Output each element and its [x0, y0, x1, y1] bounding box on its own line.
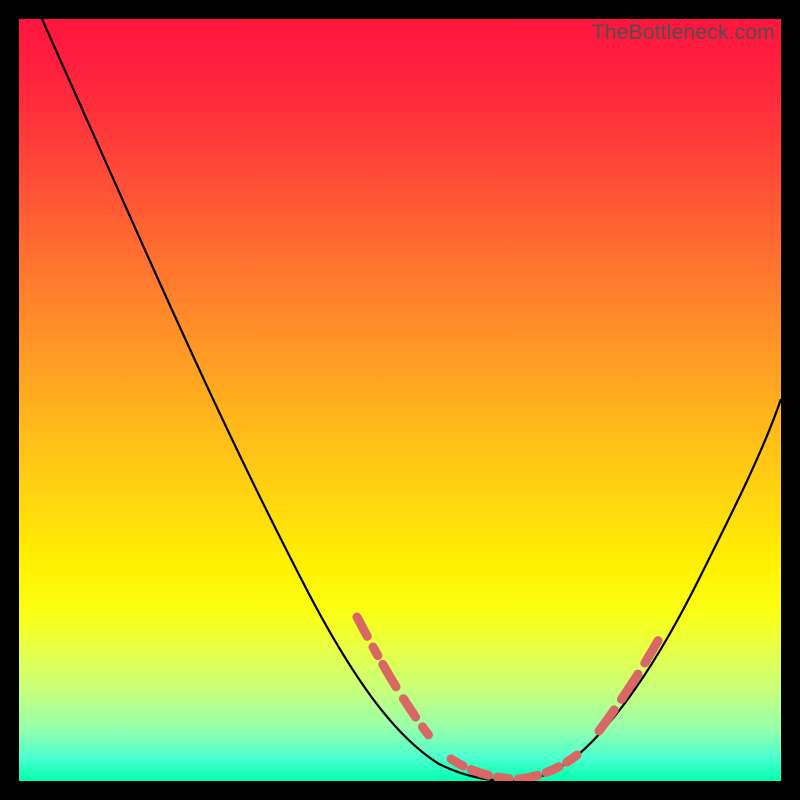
bottleneck-curve	[42, 19, 781, 781]
chart-frame: TheBottleneck.com	[0, 0, 800, 800]
curve-layer	[19, 19, 781, 781]
highlight-left	[357, 617, 434, 742]
highlight-right	[599, 639, 659, 731]
plot-area: TheBottleneck.com	[19, 19, 781, 781]
